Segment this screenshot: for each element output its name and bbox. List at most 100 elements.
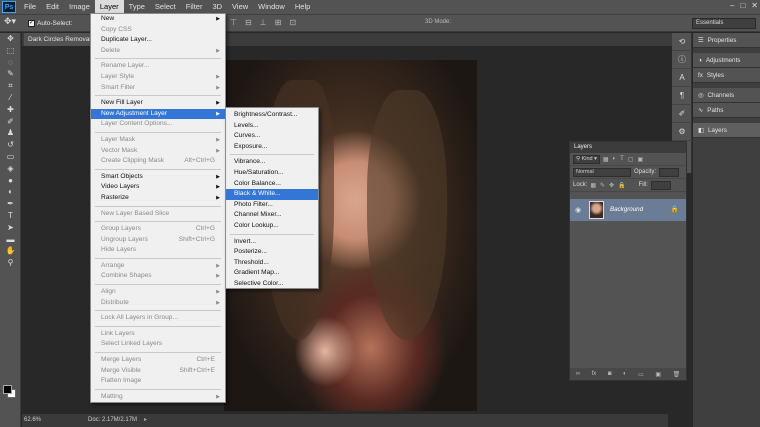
fill-field[interactable]	[650, 180, 671, 190]
menu-file[interactable]: File	[19, 0, 41, 14]
eraser-tool-icon[interactable]: ▭	[0, 151, 21, 163]
eyedropper-tool-icon[interactable]: ⁄	[0, 92, 21, 104]
filter-adjustment-icon[interactable]: ◐	[613, 156, 617, 163]
menu-item-posterize[interactable]: Posterize...	[226, 247, 318, 258]
menu-item-invert[interactable]: Invert...	[226, 237, 318, 248]
quick-select-tool-icon[interactable]: ✎	[0, 68, 21, 80]
menu-item-video-layers[interactable]: Video Layers ▶	[91, 182, 225, 193]
path-select-icon[interactable]: ➤	[0, 222, 21, 234]
layer-kind-select[interactable]: ⚲ Kind ▾	[573, 154, 600, 164]
filter-pixel-icon[interactable]: ▦	[603, 156, 609, 163]
history-brush-icon[interactable]: ↺	[0, 139, 21, 151]
tool-presets-icon[interactable]: ⚙	[672, 123, 692, 141]
add-mask-icon[interactable]: ◙	[608, 371, 612, 377]
menu-item-curves[interactable]: Curves...	[226, 131, 318, 142]
menu-item-new-adjustment-layer[interactable]: New Adjustment Layer ▶	[91, 108, 225, 120]
filter-type-icon[interactable]: T	[620, 156, 624, 163]
history-icon[interactable]: ⟲	[672, 33, 692, 51]
marquee-tool-icon[interactable]: ⬚	[0, 45, 21, 57]
menu-item-levels[interactable]: Levels...	[226, 121, 318, 132]
menu-3d[interactable]: 3D	[207, 0, 227, 14]
zoom-level[interactable]: 62.6%	[24, 414, 41, 427]
menu-item-vibrance[interactable]: Vibrance...	[226, 157, 318, 168]
shape-tool-icon[interactable]: ▬	[0, 234, 21, 246]
menu-item-brightness-contrast[interactable]: Brightness/Contrast...	[226, 110, 318, 121]
foreground-color-swatch[interactable]	[3, 385, 12, 394]
auto-select-checkbox[interactable]: ✓	[28, 19, 35, 27]
menu-item-color-lookup[interactable]: Color Lookup...	[226, 221, 318, 232]
menu-item-new-fill-layer[interactable]: New Fill Layer ▶	[91, 98, 225, 109]
filter-shape-icon[interactable]: ▢	[628, 156, 634, 163]
brush-tool-icon[interactable]: ✐	[0, 116, 21, 128]
visibility-eye-icon[interactable]: ◉	[575, 206, 581, 214]
dock-paths[interactable]: ∿ Paths	[693, 103, 760, 118]
distribute-h-icon[interactable]: ⊡	[289, 18, 296, 27]
move-tool-icon[interactable]: ✥	[0, 33, 21, 45]
minimize-icon[interactable]: –	[730, 1, 734, 10]
dock-channels[interactable]: ◎ Channels	[693, 88, 760, 103]
menu-layer[interactable]: Layer	[94, 0, 124, 14]
document-tab[interactable]: Dark Circles Removal...	[24, 33, 92, 46]
menu-item-color-balance[interactable]: Color Balance...	[226, 179, 318, 190]
status-menu-arrow-icon[interactable]: ▸	[144, 414, 147, 427]
add-style-icon[interactable]: fx	[592, 371, 597, 377]
menu-type[interactable]: Type	[124, 0, 150, 14]
workspace-select[interactable]: Essentials	[692, 18, 756, 29]
crop-tool-icon[interactable]: ⌗	[0, 80, 21, 92]
dock-layers[interactable]: ◧ Layers	[693, 123, 760, 138]
dock-styles[interactable]: fx Styles	[693, 68, 760, 83]
new-group-icon[interactable]: ▭	[638, 371, 644, 378]
filter-smart-icon[interactable]: ▣	[638, 156, 644, 163]
blur-tool-icon[interactable]: ●	[0, 175, 21, 187]
delete-layer-icon[interactable]: 🗑	[673, 371, 681, 378]
dock-properties[interactable]: ☰ Properties	[693, 33, 760, 48]
menu-select[interactable]: Select	[150, 0, 181, 14]
menu-item-threshold[interactable]: Threshold...	[226, 258, 318, 269]
new-adjustment-icon[interactable]: ◐	[623, 371, 627, 377]
auto-select-option[interactable]: ✓ Auto-Select:	[28, 19, 72, 27]
blend-mode-select[interactable]: Normal	[573, 167, 631, 177]
menu-item-smart-objects[interactable]: Smart Objects ▶	[91, 172, 225, 183]
menu-item-black-white[interactable]: Black & White...	[226, 189, 318, 200]
dodge-tool-icon[interactable]: ◐	[0, 186, 21, 198]
healing-brush-icon[interactable]: ✚	[0, 104, 21, 116]
lasso-tool-icon[interactable]: ◌	[0, 57, 21, 69]
character-icon[interactable]: A	[672, 69, 692, 87]
menu-item-rasterize[interactable]: Rasterize ▶	[91, 193, 225, 204]
dock-adjustments[interactable]: ◑ Adjustments	[693, 53, 760, 68]
new-layer-icon[interactable]: ▣	[655, 371, 661, 378]
clone-stamp-icon[interactable]: ♟	[0, 127, 21, 139]
layer-name[interactable]: Background	[610, 206, 643, 213]
lock-position-icon[interactable]: ✥	[609, 182, 614, 189]
menu-item-gradient-map[interactable]: Gradient Map...	[226, 268, 318, 279]
menu-item-photo-filter[interactable]: Photo Filter...	[226, 200, 318, 211]
lock-all-icon[interactable]: 🔒	[618, 182, 625, 189]
lock-transparent-icon[interactable]: ▦	[590, 182, 596, 189]
zoom-tool-icon[interactable]: ⚲	[0, 257, 21, 269]
menu-item-selective-color[interactable]: Selective Color...	[226, 279, 318, 290]
menu-item-exposure[interactable]: Exposure...	[226, 142, 318, 153]
info-icon[interactable]: ⓘ	[672, 51, 692, 69]
maximize-icon[interactable]: □	[740, 1, 745, 10]
align-middle-icon[interactable]: ⊟	[245, 18, 252, 27]
menu-item-hue-saturation[interactable]: Hue/Saturation...	[226, 168, 318, 179]
align-top-icon[interactable]: ⊤	[230, 18, 237, 27]
menu-item-new[interactable]: New ▶	[91, 14, 225, 25]
menu-help[interactable]: Help	[290, 0, 315, 14]
distribute-icon[interactable]: ⊞	[275, 18, 282, 27]
type-tool-icon[interactable]: T	[0, 210, 21, 222]
menu-image[interactable]: Image	[64, 0, 95, 14]
close-icon[interactable]: ✕	[751, 1, 758, 10]
lock-pixels-icon[interactable]: ✎	[600, 182, 605, 189]
hand-tool-icon[interactable]: ✋	[0, 245, 21, 257]
align-bottom-icon[interactable]: ⊥	[260, 18, 267, 27]
brush-presets-icon[interactable]: ✐	[672, 105, 692, 123]
link-layers-icon[interactable]: ∞	[576, 371, 580, 377]
menu-edit[interactable]: Edit	[41, 0, 64, 14]
menu-filter[interactable]: Filter	[181, 0, 208, 14]
menu-item-channel-mixer[interactable]: Channel Mixer...	[226, 210, 318, 221]
menu-window[interactable]: Window	[253, 0, 290, 14]
layers-panel-title[interactable]: Layers	[570, 142, 686, 153]
paragraph-icon[interactable]: ¶	[672, 87, 692, 105]
pen-tool-icon[interactable]: ✒	[0, 198, 21, 210]
